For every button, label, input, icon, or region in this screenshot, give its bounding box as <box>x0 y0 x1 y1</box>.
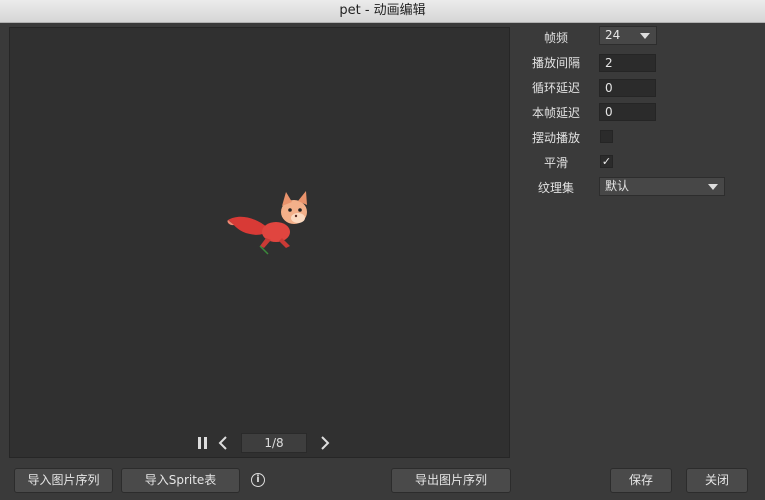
fps-label: 帧频 <box>544 31 569 45</box>
frame-delay-label: 本帧延迟 <box>532 106 581 120</box>
frame-indicator[interactable]: 1/8 <box>241 433 307 453</box>
atlas-value: 默认 <box>605 179 630 193</box>
loop-delay-input[interactable]: 0 <box>599 79 656 97</box>
frame-delay-input[interactable]: 0 <box>599 103 656 121</box>
import-sprite-button[interactable]: 导入Sprite表 <box>121 468 240 493</box>
export-sequence-button[interactable]: 导出图片序列 <box>391 468 511 493</box>
playback-controls: 1/8 <box>193 433 335 453</box>
atlas-label: 纹理集 <box>538 181 575 195</box>
import-sequence-button[interactable]: 导入图片序列 <box>14 468 113 493</box>
pause-icon[interactable] <box>193 433 213 453</box>
smooth-label: 平滑 <box>544 156 569 170</box>
atlas-dropdown[interactable]: 默认 <box>599 177 725 196</box>
fps-dropdown[interactable]: 24 <box>599 26 657 45</box>
animation-preview[interactable]: 1/8 <box>9 27 510 458</box>
play-interval-label: 播放间隔 <box>532 56 581 70</box>
smooth-checkbox[interactable]: ✓ <box>600 155 613 168</box>
chevron-down-icon <box>708 184 718 190</box>
chevron-left-icon[interactable] <box>213 433 233 453</box>
play-interval-input[interactable]: 2 <box>599 54 656 72</box>
chevron-down-icon <box>640 33 650 39</box>
swing-play-label: 摆动播放 <box>532 131 581 145</box>
save-button[interactable]: 保存 <box>610 468 672 493</box>
window-title: pet - 动画编辑 <box>0 0 765 23</box>
info-icon[interactable]: i <box>251 473 265 487</box>
chevron-right-icon[interactable] <box>315 433 335 453</box>
pet-sprite <box>227 191 307 255</box>
fps-value: 24 <box>605 28 621 42</box>
loop-delay-label: 循环延迟 <box>532 81 581 95</box>
close-button[interactable]: 关闭 <box>686 468 748 493</box>
swing-play-checkbox[interactable] <box>600 130 613 143</box>
